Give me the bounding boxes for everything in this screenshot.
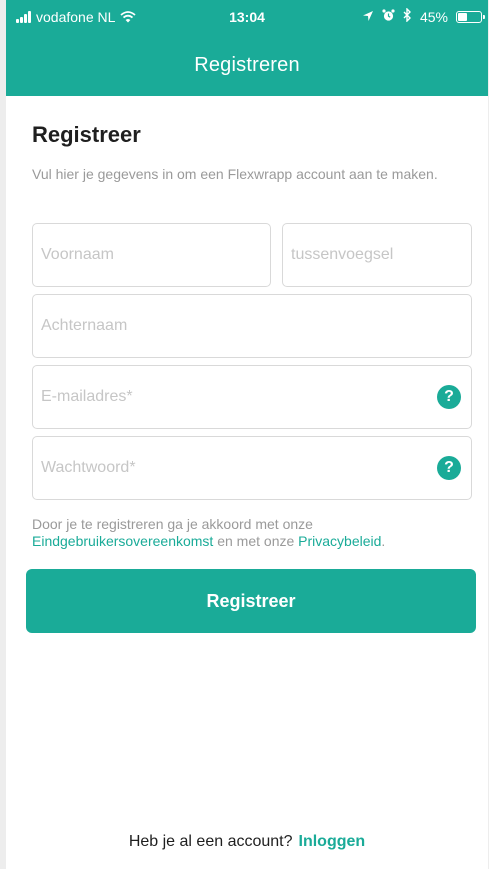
status-bar: vodafone NL 13:04 45%: [6, 0, 488, 34]
login-prompt: Heb je al een account? Inloggen: [6, 833, 488, 851]
login-link[interactable]: Inloggen: [299, 833, 366, 850]
register-form-screen: Registreer Vul hier je gegevens in om ee…: [6, 96, 488, 869]
register-button[interactable]: Registreer: [26, 569, 476, 633]
status-right: 45%: [362, 7, 485, 25]
first-name-input[interactable]: [41, 224, 262, 286]
last-name-input[interactable]: [41, 295, 463, 357]
password-help-icon[interactable]: ?: [437, 456, 461, 480]
password-input[interactable]: [41, 437, 419, 499]
password-field[interactable]: ?: [32, 436, 472, 500]
battery-icon: [456, 10, 485, 23]
email-input[interactable]: [41, 366, 419, 428]
alarm-icon: [382, 8, 395, 25]
login-question: Heb je al een account?: [128, 833, 293, 850]
privacy-link[interactable]: Privacybeleid: [298, 533, 381, 549]
last-name-field[interactable]: [32, 294, 472, 358]
location-arrow-icon: [362, 9, 374, 25]
battery-fill: [458, 12, 467, 21]
nav-title: Registreren: [194, 54, 300, 76]
email-field[interactable]: ?: [32, 365, 472, 429]
legal-suffix: .: [381, 533, 386, 549]
legal-notice: Door je te registreren ga je akkoord met…: [32, 516, 472, 550]
infix-field[interactable]: [282, 223, 472, 287]
battery-percent: 45%: [419, 8, 448, 25]
page-title: Registreer: [32, 122, 141, 147]
legal-middle: en met onze: [213, 533, 299, 549]
infix-input[interactable]: [291, 224, 463, 286]
terms-link[interactable]: Eindgebruikersovereenkomst: [32, 533, 213, 549]
form-description: Vul hier je gegevens in om een Flexwrapp…: [32, 166, 438, 182]
first-name-field[interactable]: [32, 223, 271, 287]
legal-prefix: Door je te registreren ga je akkoord met…: [32, 516, 313, 532]
app-header: vodafone NL 13:04 45% Registreren: [6, 0, 488, 96]
bluetooth-icon: [403, 7, 412, 25]
email-help-icon[interactable]: ?: [437, 385, 461, 409]
